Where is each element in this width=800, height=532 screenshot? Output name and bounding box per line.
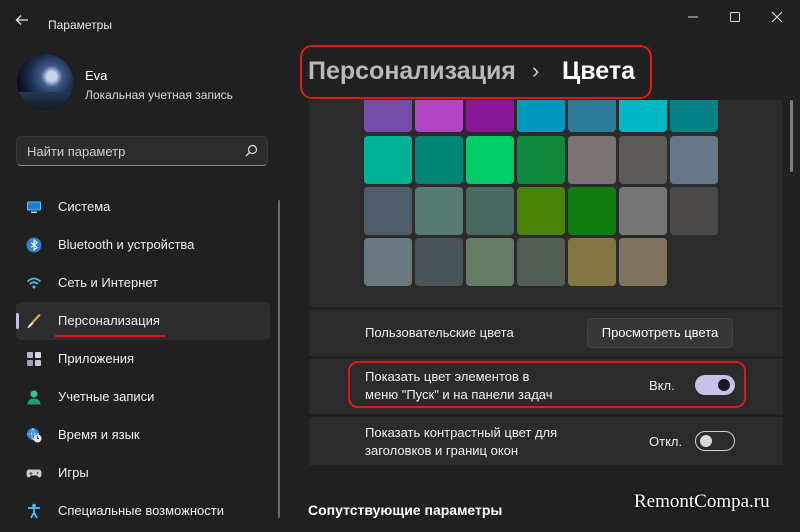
wifi-icon bbox=[26, 277, 42, 289]
sidebar-item-system[interactable]: Система bbox=[16, 188, 270, 226]
color-swatch[interactable] bbox=[415, 187, 463, 235]
toggle-state-label: Откл. bbox=[649, 434, 683, 449]
close-icon bbox=[771, 11, 783, 23]
sidebar-item-bluetooth[interactable]: Bluetooth и устройства bbox=[16, 226, 270, 264]
search-input[interactable]: Найти параметр bbox=[16, 136, 268, 166]
color-swatch[interactable] bbox=[568, 187, 616, 235]
color-swatch[interactable] bbox=[364, 238, 412, 286]
brush-icon bbox=[27, 313, 41, 328]
accessibility-icon bbox=[28, 503, 40, 519]
color-swatch[interactable] bbox=[466, 136, 514, 184]
color-swatch[interactable] bbox=[517, 187, 565, 235]
breadcrumb-separator: › bbox=[532, 58, 540, 83]
color-swatch[interactable] bbox=[517, 100, 565, 132]
breadcrumb-parent[interactable]: Персонализация bbox=[308, 57, 516, 86]
sidebar-item-label: Система bbox=[58, 199, 111, 214]
color-swatch[interactable] bbox=[415, 238, 463, 286]
avatar[interactable] bbox=[17, 54, 73, 110]
color-swatch[interactable] bbox=[517, 238, 565, 286]
back-button[interactable] bbox=[14, 12, 34, 32]
main-scrollbar[interactable] bbox=[790, 100, 793, 172]
apps-icon bbox=[27, 352, 41, 366]
watermark: RemontCompa.ru bbox=[634, 491, 770, 512]
color-swatch[interactable] bbox=[568, 136, 616, 184]
gamepad-icon bbox=[26, 469, 42, 478]
color-swatch[interactable] bbox=[619, 136, 667, 184]
sidebar-nav: Система Bluetooth и устройства Сеть и Ин… bbox=[16, 188, 270, 530]
toggle-knob bbox=[700, 435, 712, 447]
color-swatch[interactable] bbox=[568, 100, 616, 132]
title-bars-accent-row: Показать контрастный цвет для заголовков… bbox=[309, 417, 783, 465]
color-swatch[interactable] bbox=[517, 136, 565, 184]
close-button[interactable] bbox=[762, 6, 792, 28]
title-bar: Параметры bbox=[0, 0, 800, 40]
maximize-icon bbox=[730, 12, 740, 22]
contrast-label-line1: Показать контрастный цвет для bbox=[365, 425, 558, 440]
active-indicator bbox=[16, 313, 19, 329]
sidebar-item-label: Сеть и Интернет bbox=[58, 275, 159, 290]
minimize-icon bbox=[688, 16, 698, 18]
sidebar-item-label: Bluetooth и устройства bbox=[58, 237, 195, 252]
sidebar-item-label: Учетные записи bbox=[58, 389, 155, 404]
color-swatch[interactable] bbox=[670, 187, 718, 235]
color-swatch[interactable] bbox=[619, 187, 667, 235]
color-swatch[interactable] bbox=[364, 187, 412, 235]
custom-colors-row: Пользовательские цвета Просмотреть цвета bbox=[309, 310, 783, 356]
highlight-underline bbox=[55, 335, 165, 337]
related-settings-heading: Сопутствующие параметры bbox=[308, 502, 503, 518]
contrast-label-line2: заголовков и границ окон bbox=[365, 443, 519, 458]
sidebar-scrollbar[interactable] bbox=[278, 200, 280, 518]
color-swatch[interactable] bbox=[364, 136, 412, 184]
color-swatch[interactable] bbox=[619, 238, 667, 286]
color-swatch[interactable] bbox=[670, 100, 718, 132]
arrow-left-icon bbox=[15, 15, 28, 25]
color-swatch[interactable] bbox=[466, 238, 514, 286]
search-placeholder: Найти параметр bbox=[27, 144, 126, 159]
color-swatch[interactable] bbox=[466, 100, 514, 132]
sidebar-item-gaming[interactable]: Игры bbox=[16, 454, 270, 492]
page-title: Цвета bbox=[562, 57, 636, 85]
person-icon bbox=[27, 390, 41, 405]
sidebar-item-apps[interactable]: Приложения bbox=[16, 340, 270, 378]
sidebar-item-label: Специальные возможности bbox=[58, 503, 224, 518]
color-swatch[interactable] bbox=[619, 100, 667, 132]
sidebar-item-label: Время и язык bbox=[58, 427, 140, 442]
sidebar-item-network[interactable]: Сеть и Интернет bbox=[16, 264, 270, 302]
sidebar-item-label: Приложения bbox=[58, 351, 135, 366]
maximize-button[interactable] bbox=[720, 6, 750, 28]
color-swatch[interactable] bbox=[466, 187, 514, 235]
color-swatch[interactable] bbox=[364, 100, 412, 132]
account-type: Локальная учетная запись bbox=[85, 88, 233, 102]
globe-clock-icon bbox=[27, 427, 42, 443]
sidebar-item-accessibility[interactable]: Специальные возможности bbox=[16, 492, 270, 530]
sidebar-item-label: Персонализация bbox=[58, 313, 160, 328]
sidebar-item-accounts[interactable]: Учетные записи bbox=[16, 378, 270, 416]
sidebar-item-time-language[interactable]: Время и язык bbox=[16, 416, 270, 454]
sidebar-item-label: Игры bbox=[58, 465, 89, 480]
color-swatch[interactable] bbox=[670, 136, 718, 184]
monitor-icon bbox=[27, 201, 41, 213]
windows-colors-panel bbox=[309, 100, 783, 307]
minimize-button[interactable] bbox=[678, 6, 708, 28]
user-name: Eva bbox=[85, 68, 108, 83]
bluetooth-icon bbox=[26, 237, 42, 253]
custom-colors-label: Пользовательские цвета bbox=[365, 325, 514, 340]
highlight-box bbox=[348, 361, 746, 408]
color-swatch[interactable] bbox=[415, 136, 463, 184]
view-colors-button[interactable]: Просмотреть цвета bbox=[587, 318, 733, 348]
search-icon[interactable] bbox=[243, 143, 259, 159]
title-bars-toggle[interactable] bbox=[695, 431, 735, 451]
color-swatch[interactable] bbox=[568, 238, 616, 286]
window-title: Параметры bbox=[48, 18, 112, 32]
color-swatch[interactable] bbox=[415, 100, 463, 132]
